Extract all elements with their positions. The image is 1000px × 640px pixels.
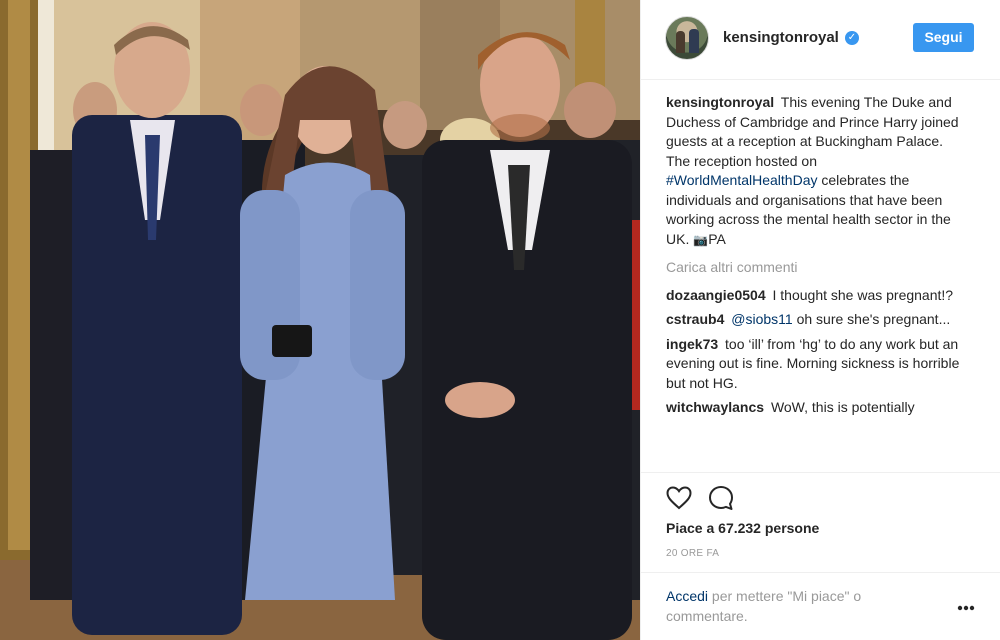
login-prompt: Accedi per mettere "Mi piace" o commenta… [666, 586, 926, 626]
caption-hashtag[interactable]: #WorldMentalHealthDay [666, 172, 817, 188]
comment-text: I thought she was pregnant!? [772, 286, 954, 303]
comment-username[interactable]: witchwaylancs [666, 399, 764, 415]
comment-username[interactable]: ingek73 [666, 336, 718, 352]
comment-item: dozaangie0504 I thought she was pregnant… [666, 286, 966, 306]
verified-badge-icon: ✓ [845, 31, 859, 45]
post-timestamp[interactable]: 20 ORE FA [666, 548, 719, 559]
comment-item: cstraub4 @siobs11 oh sure she's pregnant… [666, 310, 966, 330]
comment-text: oh sure she's pregnant... [796, 311, 951, 327]
more-options-icon[interactable] [957, 605, 975, 611]
caption-username[interactable]: kensingtonroyal [666, 94, 774, 110]
post-header: kensingtonroyal ✓ Segui [641, 0, 1000, 80]
load-more-comments-button[interactable]: Carica altri commenti [666, 258, 966, 278]
comment-item: ingek73 too ‘ill’ from ‘hg’ to do any wo… [666, 335, 966, 394]
header-username[interactable]: kensingtonroyal [723, 29, 839, 46]
avatar[interactable] [665, 16, 709, 60]
post-footer: Accedi per mettere "Mi piace" o commenta… [641, 572, 1000, 640]
caption-credit: PA [708, 230, 726, 247]
likes-count[interactable]: Piace a 67.232 persone [666, 520, 819, 536]
comment-username[interactable]: dozaangie0504 [666, 287, 766, 303]
avatar-figure [676, 31, 685, 53]
login-link[interactable]: Accedi [666, 588, 708, 604]
comments-list[interactable]: kensingtonroyal This evening The Duke an… [666, 93, 966, 471]
avatar-figure [689, 29, 699, 53]
caption: kensingtonroyal This evening The Duke an… [666, 93, 966, 250]
post-actions: Piace a 67.232 persone 20 ORE FA [641, 472, 1000, 572]
follow-button[interactable]: Segui [913, 23, 974, 52]
comment-item: witchwaylancs WoW, this is potentially [666, 398, 966, 418]
heart-icon[interactable] [665, 484, 693, 512]
camera-icon: 📷 [693, 232, 709, 247]
comment-text: WoW, this is potentially [770, 399, 915, 415]
post-side-panel: kensingtonroyal ✓ Segui kensingtonroyal … [640, 0, 1000, 640]
post-photo[interactable] [0, 0, 640, 640]
comment-mention[interactable]: @siobs11 [731, 311, 792, 327]
comment-username[interactable]: cstraub4 [666, 311, 724, 327]
comment-icon[interactable] [707, 484, 735, 512]
photo-illustration [0, 0, 640, 640]
